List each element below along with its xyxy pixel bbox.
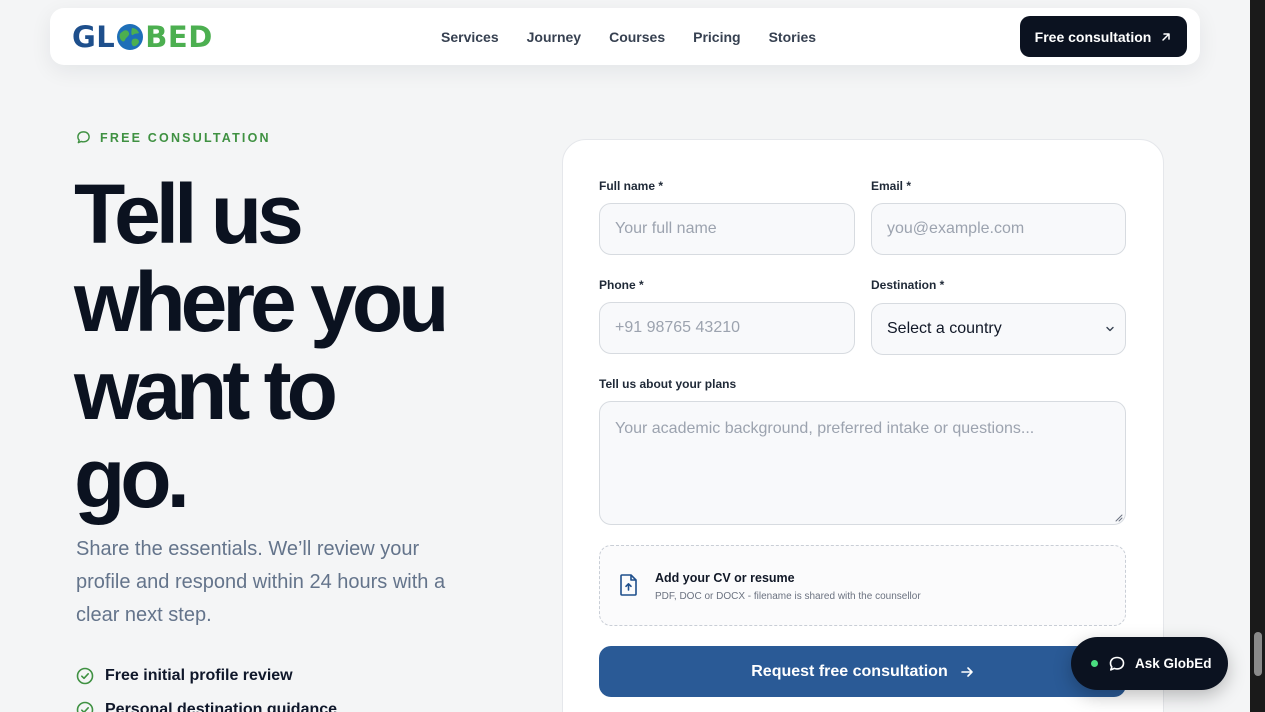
page-scrollbar[interactable] (1250, 0, 1265, 712)
online-status-dot (1091, 660, 1098, 667)
feature-text: Free initial profile review (105, 667, 293, 684)
request-consultation-button[interactable]: Request free consultation (599, 646, 1126, 697)
logo-text-right: BED (145, 20, 213, 54)
cv-upload-dropzone[interactable]: Add your CV or resume PDF, DOC or DOCX -… (599, 545, 1126, 626)
feature-text: Personal destination guidance (105, 701, 338, 712)
nav-link-courses[interactable]: Courses (609, 29, 665, 45)
ask-globed-chat-button[interactable]: Ask GlobEd (1071, 637, 1228, 690)
hero-title-line: Tell us (74, 167, 304, 261)
chat-bubble-icon (1109, 656, 1125, 671)
check-circle-icon (76, 701, 94, 712)
full-name-input[interactable] (599, 203, 855, 255)
chat-label: Ask GlobEd (1135, 656, 1212, 671)
full-name-label: Full name * (599, 179, 664, 193)
chevron-down-icon (1106, 326, 1114, 332)
nav-link-services[interactable]: Services (441, 29, 499, 45)
hero-eyebrow-text: FREE CONSULTATION (100, 130, 271, 145)
feature-item: Free initial profile review (76, 662, 337, 690)
feature-item: Personal destination guidance (76, 696, 337, 712)
top-navbar: GL BED Services Journey Courses Pricing … (50, 8, 1200, 65)
check-circle-icon (76, 667, 94, 685)
nav-link-pricing[interactable]: Pricing (693, 29, 740, 45)
phone-label: Phone * (599, 278, 644, 292)
hero-title-line: where you (74, 255, 449, 349)
hero-title-line: go. (74, 431, 190, 525)
upload-hint: PDF, DOC or DOCX - filename is shared wi… (655, 591, 921, 602)
primary-nav: Services Journey Courses Pricing Stories (441, 8, 816, 65)
hero-eyebrow: FREE CONSULTATION (76, 130, 271, 145)
file-upload-icon (620, 574, 637, 596)
free-consultation-label: Free consultation (1034, 28, 1152, 45)
logo-text-left: GL (72, 20, 116, 54)
submit-button-label: Request free consultation (751, 662, 948, 680)
plans-label: Tell us about your plans (599, 377, 737, 391)
resize-grip-icon[interactable] (1113, 512, 1123, 522)
upload-title: Add your CV or resume (655, 571, 795, 585)
destination-selected-value: Select a country (887, 320, 1002, 337)
globed-logo[interactable]: GL BED (72, 20, 213, 54)
hero-title: Tell us where you want to go. (74, 170, 514, 522)
nav-link-stories[interactable]: Stories (769, 29, 816, 45)
destination-label: Destination * (871, 278, 945, 292)
phone-input[interactable] (599, 302, 855, 354)
plans-textarea[interactable] (599, 401, 1126, 525)
feature-list: Free initial profile review Personal des… (76, 662, 337, 712)
nav-link-journey[interactable]: Journey (527, 29, 581, 45)
free-consultation-button[interactable]: Free consultation (1020, 16, 1187, 57)
chat-bubble-icon (77, 131, 90, 144)
destination-select[interactable]: Select a country (871, 303, 1126, 355)
hero-subtitle: Share the essentials. We’ll review your … (76, 538, 446, 626)
hero-title-line: want to (74, 343, 338, 437)
arrow-right-icon (960, 666, 973, 677)
email-input[interactable] (871, 203, 1126, 255)
scrollbar-thumb[interactable] (1254, 632, 1262, 676)
globe-icon (117, 24, 144, 50)
email-label: Email * (871, 179, 912, 193)
arrow-up-right-icon (1162, 32, 1171, 41)
